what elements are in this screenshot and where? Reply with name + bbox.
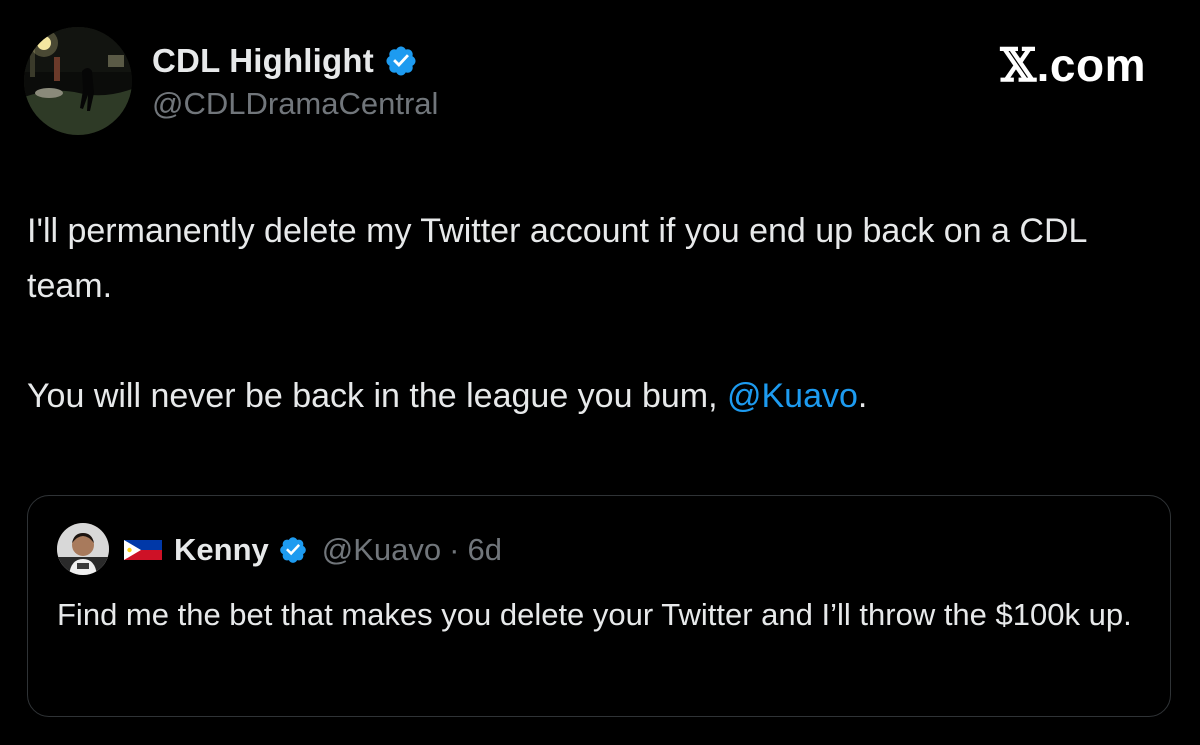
quoted-tweet-card[interactable]: Kenny @Kuavo · 6d Find me the bet that m… [27,495,1171,717]
quoted-timestamp[interactable]: 6d [467,532,501,568]
quoted-handle[interactable]: @Kuavo [322,532,441,568]
quoted-text: Find me the bet that makes you delete yo… [57,597,1132,632]
philippines-flag-icon [124,540,162,560]
author-handle[interactable]: @CDLDramaCentral [152,86,438,122]
post-paragraph-2-end: . [857,377,868,415]
dot-separator: · [449,532,460,567]
post-text: I'll permanently delete my Twitter accou… [27,204,1177,424]
x-logo-icon: 𝕏 [1000,38,1037,92]
post-paragraph-2-text: You will never be back in the league you… [27,377,727,415]
verified-badge-icon [386,46,416,76]
x-com-watermark: 𝕏.com [1000,38,1146,92]
post-paragraph-2: You will never be back in the league you… [27,369,1177,424]
verified-badge-icon [279,537,306,563]
brand-suffix: .com [1036,39,1146,91]
quoted-display-name[interactable]: Kenny [174,532,269,568]
person-avatar-image [57,523,109,575]
quoted-author-avatar[interactable] [57,523,109,575]
mention-link[interactable]: @Kuavo [727,377,858,415]
quoted-header: Kenny @Kuavo · 6d [124,532,502,568]
post-paragraph-1: I'll permanently delete my Twitter accou… [27,212,1087,305]
tweet: CDL Highlight @CDLDramaCentral 𝕏.com I'l… [0,0,1200,745]
author-avatar[interactable] [24,27,132,135]
author-display-name[interactable]: CDL Highlight [152,42,374,80]
author-name-row: CDL Highlight [152,42,418,80]
night-scene-avatar-image [24,27,132,135]
